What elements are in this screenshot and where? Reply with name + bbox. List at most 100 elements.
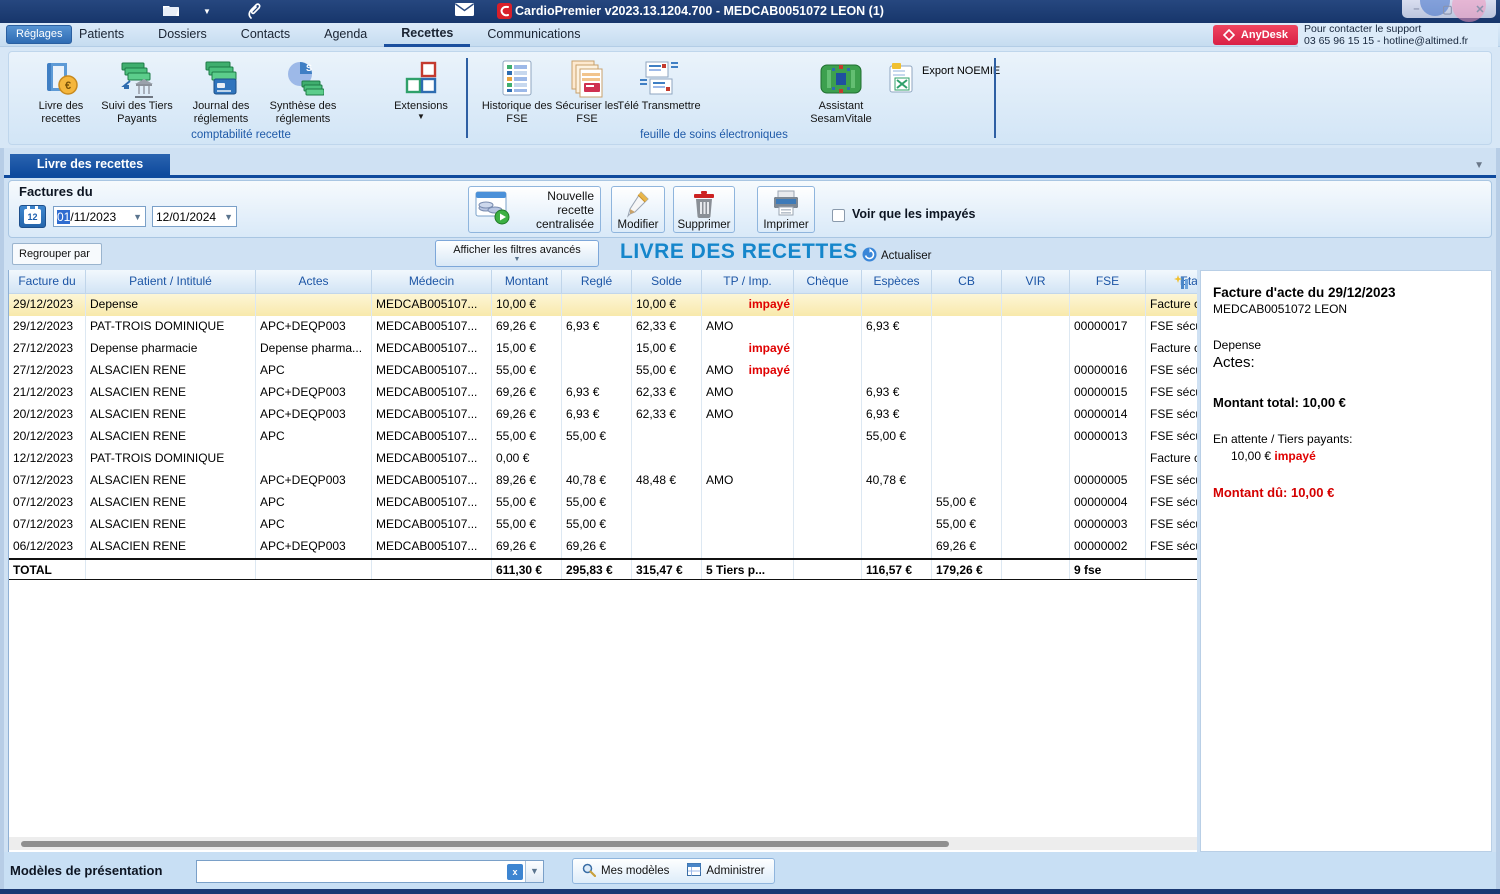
minimize-button[interactable]: – [1413,3,1419,15]
ribbon-button-livre-des-recettes[interactable]: € Livre des recettes [19,58,103,126]
scrollbar-thumb[interactable] [21,841,949,847]
group-by-button[interactable]: Regrouper par▼ [12,243,102,265]
clear-combo-button[interactable]: x [507,864,523,880]
calendar-button[interactable]: 12 [19,205,46,228]
cell-etat: FSE sécu [1146,404,1197,426]
column-header-medecin[interactable]: Médecin [372,270,492,293]
tab-list-dropdown-icon[interactable]: ▼ [1474,160,1484,171]
cell-etat: FSE sécu [1146,382,1197,404]
cell-patient [86,560,256,579]
cell-vir [1002,426,1070,448]
table-row[interactable]: 20/12/2023ALSACIEN RENEAPC+DEQP003MEDCAB… [9,404,1197,426]
table-total-row[interactable]: TOTAL611,30 €295,83 €315,47 €5 Tiers p..… [9,558,1197,580]
tab-communications[interactable]: Communications [470,23,597,47]
print-button[interactable]: Imprimer [757,186,815,233]
anydesk-button[interactable]: AnyDesk [1213,25,1298,45]
payments-journal-icon [179,58,263,100]
paperclip-icon[interactable] [246,3,262,25]
ribbon-button-journal-reglements[interactable]: Journal des réglements [179,58,263,126]
svg-text:€: € [65,80,71,92]
column-header-solde[interactable]: Solde [632,270,702,293]
column-header-especes[interactable]: Espèces [862,270,932,293]
table-row[interactable]: 27/12/2023Depense pharmacieDepense pharm… [9,338,1197,360]
invoice-detail-panel: Facture d'acte du 29/12/2023 MEDCAB00510… [1200,270,1492,852]
chevron-down-icon[interactable]: ▼ [224,212,233,222]
ribbon-button-synthese-reglements[interactable]: S Synthèse des réglements [261,58,345,126]
refresh-icon [862,247,877,265]
cell-montant: 10,00 € [492,294,562,316]
advanced-filters-button[interactable]: Afficher les filtres avancés ▼ [435,240,599,267]
table-row[interactable]: 07/12/2023ALSACIEN RENEAPCMEDCAB005107..… [9,514,1197,536]
presentation-model-input[interactable] [197,861,507,882]
cell-cb: 69,26 € [932,536,1002,558]
cell-cb [932,360,1002,382]
new-receipt-button[interactable]: Nouvelle recettecentralisée [468,186,601,233]
maximize-button[interactable]: ▢ [1442,3,1452,16]
detail-waiting-label: En attente / Tiers payants: [1213,432,1479,446]
cell-etat: FSE sécu [1146,316,1197,338]
cell-fse: 00000004 [1070,492,1146,514]
cell-especes [862,536,932,558]
table-row[interactable]: 27/12/2023ALSACIEN RENEAPCMEDCAB005107..… [9,360,1197,382]
unpaid-only-checkbox[interactable] [832,209,845,222]
column-header-date[interactable]: Facture du [9,270,86,293]
tab-dossiers[interactable]: Dossiers [141,23,224,47]
column-header-montant[interactable]: Montant [492,270,562,293]
tab-agenda[interactable]: Agenda [307,23,384,47]
tab-patients[interactable]: Patients [62,23,141,47]
column-header-vir[interactable]: VIR [1002,270,1070,293]
unpaid-status-badge: impayé [749,338,790,360]
open-folder-icon[interactable] [162,3,182,23]
ribbon-button-extensions[interactable]: Extensions ▼ [379,58,463,121]
my-models-button[interactable]: Mes modèles [573,859,678,883]
refresh-button[interactable]: Actualiser [862,247,932,265]
tab-contacts[interactable]: Contacts [224,23,307,47]
ribbon-button-assistant-sesamvitale[interactable]: Assistant SesamVitale [795,58,887,126]
column-header-actes[interactable]: Actes [256,270,372,293]
table-row[interactable]: 29/12/2023PAT-TROIS DOMINIQUEAPC+DEQP003… [9,316,1197,338]
cell-actes: APC+DEQP003 [256,382,372,404]
main-tabs: PatientsDossiersContactsAgendaRecettesCo… [62,23,597,47]
chevron-down-icon[interactable]: ▼ [133,212,142,222]
table-row[interactable]: 06/12/2023ALSACIEN RENEAPC+DEQP003MEDCAB… [9,536,1197,558]
ribbon-button-teletransmettre[interactable]: Télé Transmettre [617,58,701,113]
cell-actes: APC [256,514,372,536]
presentation-model-combo[interactable]: x ▼ [196,860,544,883]
column-header-tp[interactable]: TP / Imp. [702,270,794,293]
ribbon-separator [466,58,468,138]
administer-button[interactable]: Administrer [678,859,773,883]
column-chooser-icon[interactable] [1174,274,1191,295]
table-row[interactable]: 12/12/2023PAT-TROIS DOMINIQUEMEDCAB00510… [9,448,1197,470]
date-to-field[interactable]: 12/01/2024 ▼ [152,206,237,227]
folder-dropdown-caret[interactable]: ▼ [203,7,211,16]
column-header-regle[interactable]: Reglé [562,270,632,293]
filter-panel: Factures du 12 01/11/2023 ▼ 12/01/2024 ▼… [8,180,1492,238]
edit-button[interactable]: Modifier [611,186,665,233]
column-header-cb[interactable]: CB [932,270,1002,293]
cell-regle: 6,93 € [562,404,632,426]
ribbon-panel: € Livre des recettes Suivi des Tiers Pay… [8,51,1492,145]
close-button[interactable]: ✕ [1475,3,1484,16]
tab-recettes[interactable]: Recettes [384,23,470,47]
unpaid-status-badge: impayé [1274,449,1315,463]
cell-tp [702,448,794,470]
date-from-field[interactable]: 01/11/2023 ▼ [53,206,146,227]
cell-actes [256,560,372,579]
table-row[interactable]: 29/12/2023DepenseMEDCAB005107...10,00 €1… [9,294,1197,316]
horizontal-scrollbar[interactable] [9,837,1197,850]
window-bottom-border [0,889,1500,894]
ribbon-button-suivi-tiers-payants[interactable]: Suivi des Tiers Payants [95,58,179,126]
filter-title: Factures du [19,184,93,199]
page-tab-livre-des-recettes[interactable]: Livre des recettes [10,154,170,175]
delete-button[interactable]: Supprimer [673,186,735,233]
column-header-patient[interactable]: Patient / Intitulé [86,270,256,293]
mail-icon[interactable] [455,3,474,21]
ribbon-button-export-noemie[interactable]: Export NOEMIE [887,62,1000,97]
column-header-fse[interactable]: FSE [1070,270,1146,293]
table-row[interactable]: 20/12/2023ALSACIEN RENEAPCMEDCAB005107..… [9,426,1197,448]
combo-dropdown-button[interactable]: ▼ [525,861,543,882]
table-row[interactable]: 07/12/2023ALSACIEN RENEAPC+DEQP003MEDCAB… [9,470,1197,492]
table-row[interactable]: 07/12/2023ALSACIEN RENEAPCMEDCAB005107..… [9,492,1197,514]
table-row[interactable]: 21/12/2023ALSACIEN RENEAPC+DEQP003MEDCAB… [9,382,1197,404]
column-header-cheque[interactable]: Chèque [794,270,862,293]
